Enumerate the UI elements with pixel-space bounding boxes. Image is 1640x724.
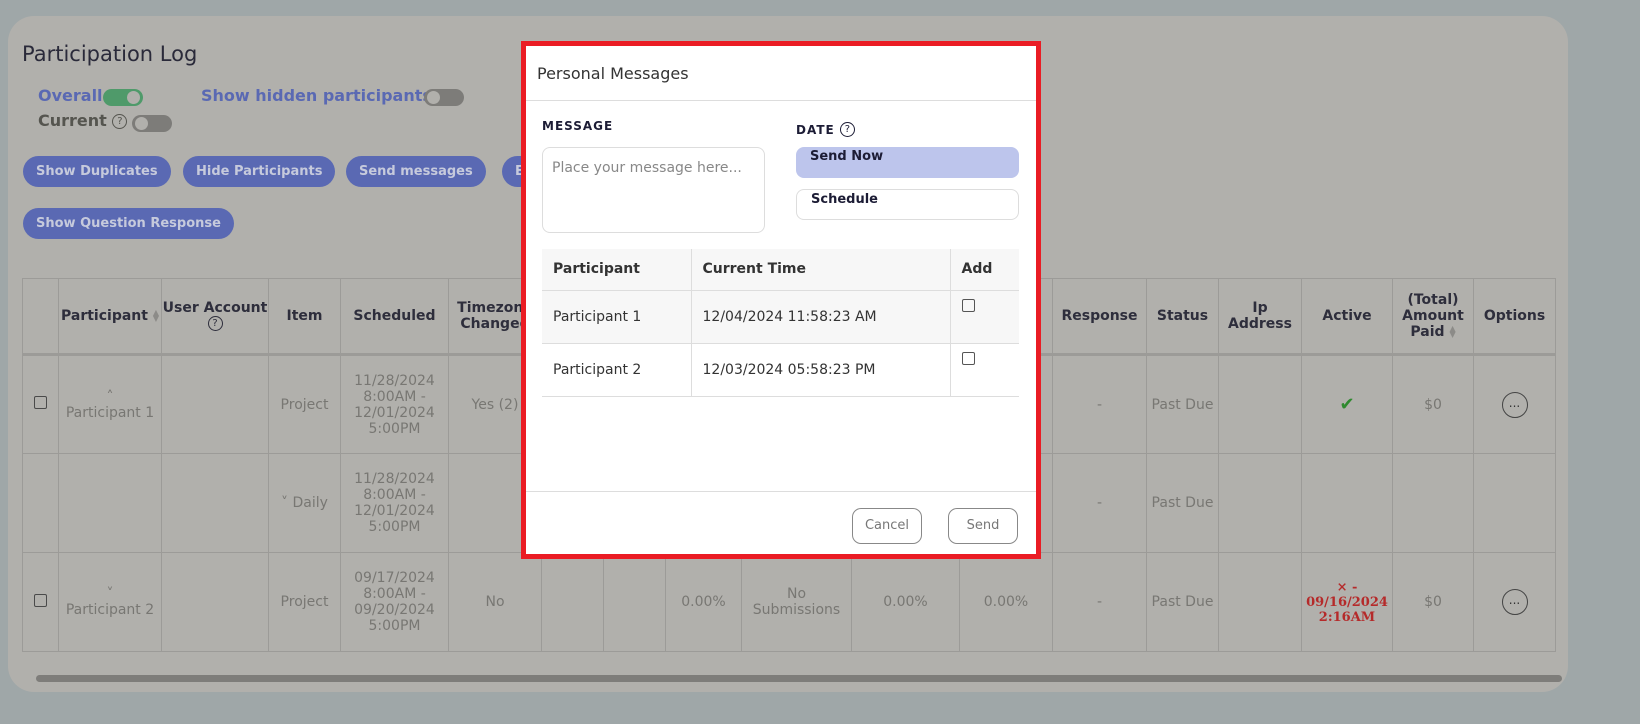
row-checkbox[interactable]: [34, 396, 47, 409]
overall-label: Overall: [38, 86, 103, 105]
header-amount-paid[interactable]: (Total) Amount Paid ▲ ▼: [1392, 278, 1474, 356]
header-response: Response: [1052, 278, 1147, 356]
sort-icon: ▲ ▼: [1449, 324, 1456, 339]
header-participant[interactable]: Participant ▲ ▼: [58, 278, 162, 356]
message-input[interactable]: [542, 147, 765, 233]
cancel-button[interactable]: Cancel: [852, 508, 922, 544]
modal-footer-divider: [526, 491, 1036, 492]
show-duplicates-button[interactable]: Show Duplicates: [23, 156, 171, 187]
header-status: Status: [1146, 278, 1219, 356]
help-icon[interactable]: ?: [207, 316, 223, 331]
sort-icon[interactable]: ▲ ▼: [153, 309, 159, 323]
header-item: Item: [268, 278, 341, 356]
send-now-option[interactable]: Send Now: [796, 147, 1019, 178]
collapse-icon[interactable]: ˄: [107, 389, 114, 405]
options-button[interactable]: ...: [1501, 391, 1528, 418]
add-checkbox[interactable]: [961, 298, 975, 312]
header-user-account: User Account ?: [161, 278, 269, 356]
message-label: MESSAGE: [542, 119, 614, 133]
overall-toggle[interactable]: [103, 89, 143, 106]
header-ip-address: Ip Address: [1218, 278, 1302, 356]
help-icon[interactable]: ?: [839, 122, 855, 137]
current-label: Current: [38, 111, 107, 130]
schedule-option[interactable]: Schedule: [796, 189, 1019, 220]
horizontal-scrollbar[interactable]: [36, 675, 1562, 682]
help-icon[interactable]: ?: [112, 114, 128, 129]
header-scheduled: Scheduled: [340, 278, 449, 356]
table-row: Participant 1 12/04/2024 11:58:23 AM: [542, 290, 1019, 344]
personal-messages-modal: Personal Messages MESSAGE DATE ? Send No…: [521, 41, 1041, 559]
show-question-response-button[interactable]: Show Question Response: [23, 208, 234, 239]
modal-title: Personal Messages: [526, 46, 1036, 101]
participants-table: Participant Current Time Add Participant 1…: [542, 249, 1019, 397]
table-row: ˅ Participant 2 Project 09/17/2024 8:00AM…: [22, 552, 1556, 652]
check-icon: ✔: [1339, 394, 1355, 415]
inactive-status: × - 09/16/2024 2:16AM: [1301, 552, 1393, 652]
options-button[interactable]: ...: [1501, 589, 1528, 615]
expand-icon[interactable]: ˅: [107, 586, 114, 602]
send-button[interactable]: Send: [948, 508, 1018, 544]
send-messages-button[interactable]: Send messages: [346, 156, 486, 187]
page-title: Participation Log: [22, 42, 198, 66]
show-hidden-toggle[interactable]: [424, 89, 464, 106]
show-hidden-label: Show hidden participants: [201, 86, 432, 105]
header-active: Active: [1301, 278, 1393, 356]
row-checkbox[interactable]: [34, 593, 47, 607]
table-row: Participant 2 12/03/2024 05:58:23 PM: [542, 343, 1019, 397]
date-label: DATE: [796, 123, 835, 137]
add-checkbox[interactable]: [961, 351, 975, 365]
current-toggle[interactable]: [132, 115, 172, 132]
expand-icon[interactable]: ˅: [281, 495, 288, 511]
hide-participants-button[interactable]: Hide Participants: [183, 156, 336, 187]
header-options: Options: [1473, 278, 1556, 356]
